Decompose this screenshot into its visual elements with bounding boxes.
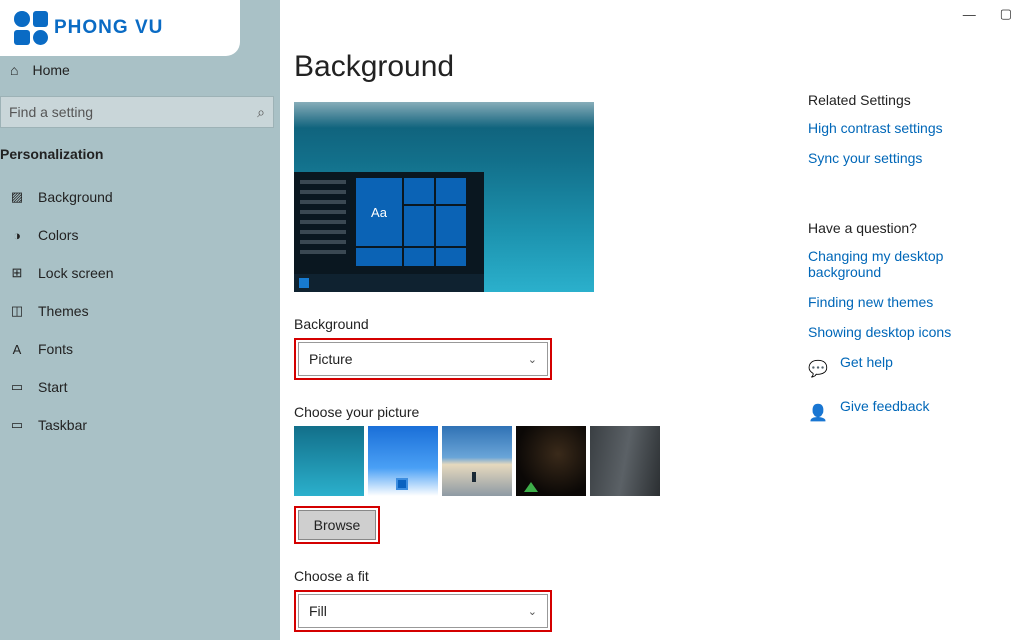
chevron-down-icon: ⌄ <box>528 605 537 618</box>
brand-icon <box>14 11 48 45</box>
home-label: Home <box>32 62 69 78</box>
sidebar-item-label: Themes <box>38 303 89 319</box>
browse-button[interactable]: Browse <box>298 510 376 540</box>
minimize-button[interactable]: — <box>963 7 976 22</box>
colors-icon: ◑ <box>10 228 24 243</box>
feedback-icon: 👤 <box>808 403 826 423</box>
get-help-link[interactable]: 💬 Get help <box>808 354 1018 384</box>
sidebar-item-start[interactable]: ▭ Start <box>0 368 280 406</box>
fonts-icon: A <box>10 342 24 357</box>
sidebar-item-fonts[interactable]: A Fonts <box>0 330 280 368</box>
picture-thumbnails <box>294 426 800 496</box>
main-content: Background Aa Background Picture ⌄ Choos… <box>280 0 800 640</box>
brand-text: PHONG VU <box>54 17 163 39</box>
search-placeholder: Find a setting <box>9 104 93 120</box>
sidebar-item-themes[interactable]: ◫ Themes <box>0 292 280 330</box>
related-link[interactable]: Sync your settings <box>808 150 1018 166</box>
brand-watermark: PHONG VU <box>0 0 240 56</box>
sidebar-item-label: Taskbar <box>38 417 87 433</box>
choose-picture-label: Choose your picture <box>294 404 800 420</box>
search-icon: ⌕ <box>257 104 265 121</box>
maximize-button[interactable]: ▢ <box>1000 6 1012 22</box>
preview-sample-text: Aa <box>356 178 402 246</box>
picture-thumb[interactable] <box>368 426 438 496</box>
start-icon: ▭ <box>10 379 24 395</box>
give-feedback-link[interactable]: 👤 Give feedback <box>808 398 1018 428</box>
page-title: Background <box>294 50 800 84</box>
home-link[interactable]: ⌂ Home <box>0 56 280 96</box>
home-icon: ⌂ <box>10 62 18 78</box>
desktop-preview: Aa <box>294 102 594 292</box>
category-heading: Personalization <box>0 146 280 178</box>
feedback-label: Give feedback <box>840 398 930 414</box>
highlight-box: Picture ⌄ <box>294 338 552 380</box>
sidebar-item-label: Start <box>38 379 68 395</box>
titlebar-controls: — ▢ <box>963 0 1024 28</box>
help-label: Get help <box>840 354 893 370</box>
sidebar-item-lockscreen[interactable]: ⊞ Lock screen <box>0 254 280 292</box>
choose-fit-label: Choose a fit <box>294 568 800 584</box>
question-link[interactable]: Changing my desktop background <box>808 248 1018 280</box>
sidebar-item-label: Fonts <box>38 341 73 357</box>
picture-thumb[interactable] <box>294 426 364 496</box>
related-heading: Related Settings <box>808 92 1018 108</box>
picture-thumb[interactable] <box>442 426 512 496</box>
sidebar-item-background[interactable]: ▨ Background <box>0 178 280 216</box>
background-label: Background <box>294 316 800 332</box>
sidebar-item-taskbar[interactable]: ▭ Taskbar <box>0 406 280 444</box>
picture-thumb[interactable] <box>590 426 660 496</box>
picture-icon: ▨ <box>10 189 24 205</box>
taskbar-icon: ▭ <box>10 417 24 433</box>
help-icon: 💬 <box>808 359 826 379</box>
sidebar: ⌂ Home Find a setting ⌕ Personalization … <box>0 0 280 640</box>
highlight-box: Fill ⌄ <box>294 590 552 632</box>
search-input[interactable]: Find a setting ⌕ <box>0 96 274 128</box>
question-heading: Have a question? <box>808 220 1018 236</box>
sidebar-item-label: Colors <box>38 227 78 243</box>
sidebar-item-label: Background <box>38 189 113 205</box>
fit-dropdown[interactable]: Fill ⌄ <box>298 594 548 628</box>
sidebar-item-label: Lock screen <box>38 265 113 281</box>
aside-panel: Related Settings High contrast settings … <box>808 92 1018 428</box>
dropdown-value: Fill <box>309 603 327 619</box>
question-link[interactable]: Finding new themes <box>808 294 1018 310</box>
picture-thumb[interactable] <box>516 426 586 496</box>
question-link[interactable]: Showing desktop icons <box>808 324 1018 340</box>
background-dropdown[interactable]: Picture ⌄ <box>298 342 548 376</box>
lock-icon: ⊞ <box>10 265 24 281</box>
highlight-box: Browse <box>294 506 380 544</box>
dropdown-value: Picture <box>309 351 353 367</box>
themes-icon: ◫ <box>10 303 24 319</box>
related-link[interactable]: High contrast settings <box>808 120 1018 136</box>
preview-start-menu: Aa <box>294 172 484 292</box>
sidebar-item-colors[interactable]: ◑ Colors <box>0 216 280 254</box>
chevron-down-icon: ⌄ <box>528 353 537 366</box>
